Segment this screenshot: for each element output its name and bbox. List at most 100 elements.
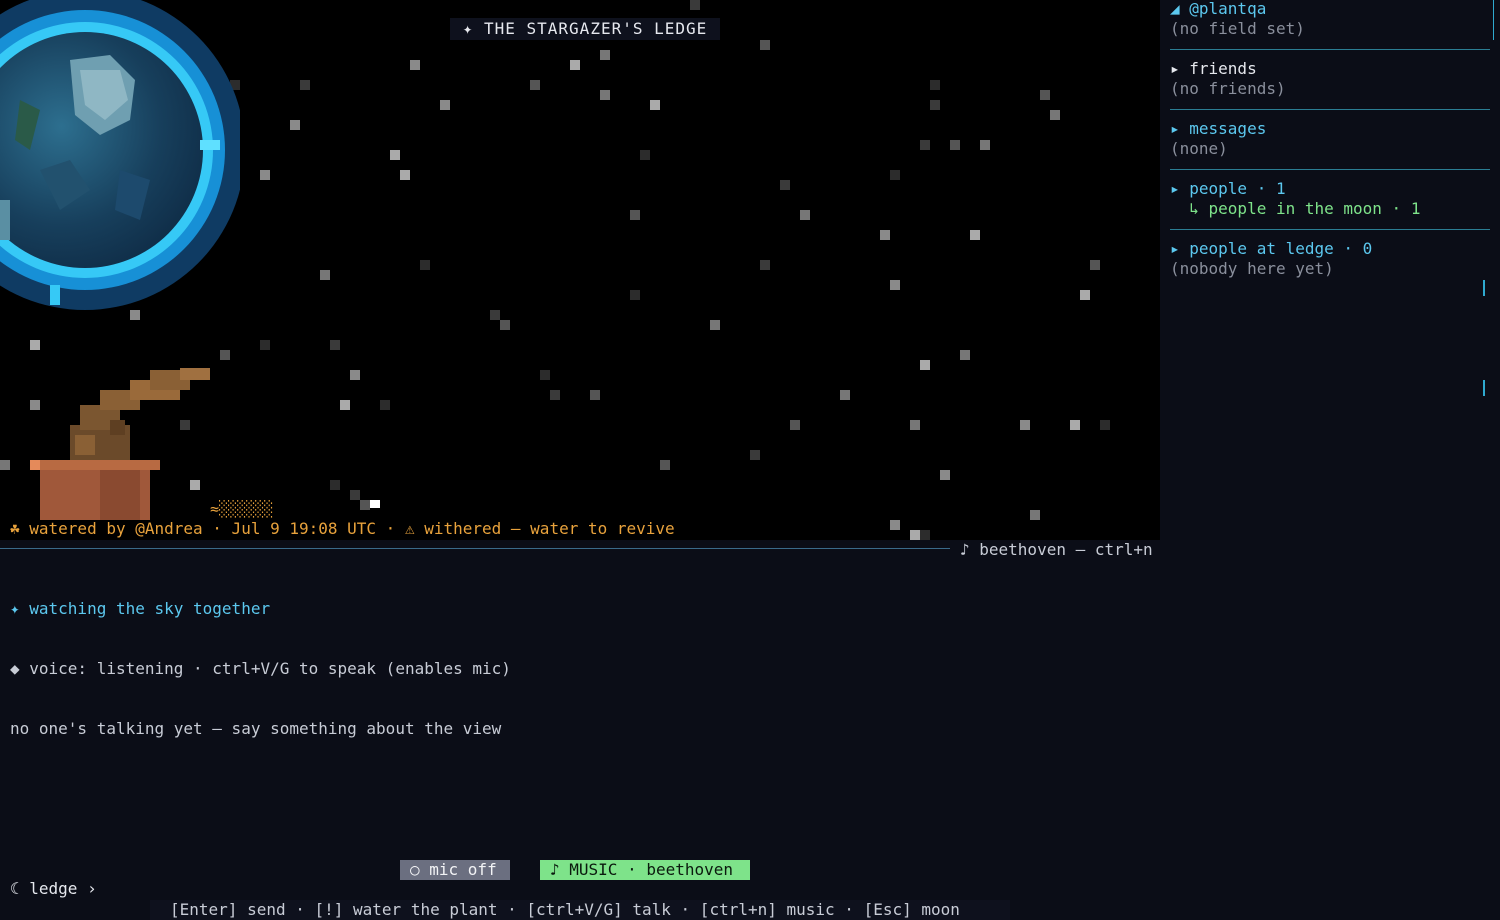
star <box>760 40 770 50</box>
star <box>570 60 580 70</box>
star <box>660 460 670 470</box>
star <box>640 150 650 160</box>
star <box>630 210 640 220</box>
star <box>760 260 770 270</box>
star <box>800 210 810 220</box>
star <box>1090 260 1100 270</box>
sidebar: ◢ @plantqa (no field set) ▸ friends (no … <box>1160 0 1500 920</box>
star <box>690 0 700 10</box>
friends-header[interactable]: ▸ friends <box>1170 59 1490 79</box>
star <box>490 310 500 320</box>
plant-status: ☘ watered by @Andrea · Jul 9 19:08 UTC ·… <box>10 519 675 538</box>
people-moon-item[interactable]: ↳ people in the moon · 1 <box>1170 199 1490 219</box>
star <box>530 80 540 90</box>
feed-line-empty: no one's talking yet — say something abo… <box>10 719 502 738</box>
people-section[interactable]: ▸ people · 1 ↳ people in the moon · 1 <box>1170 179 1490 219</box>
star <box>550 390 560 400</box>
section-divider <box>1170 169 1490 170</box>
star <box>960 350 970 360</box>
star <box>920 530 930 540</box>
star <box>260 170 270 180</box>
star <box>710 320 720 330</box>
star <box>400 170 410 180</box>
ledge-section[interactable]: ▸ people at ledge · 0 (nobody here yet) <box>1170 239 1490 279</box>
star <box>1040 90 1050 100</box>
star <box>370 500 380 508</box>
star <box>1070 420 1080 430</box>
music-hint: ♪ beethoven — ctrl+n <box>960 540 1153 559</box>
star <box>540 370 550 380</box>
chat-input-prompt[interactable]: ☾ ledge › <box>10 879 97 899</box>
star <box>950 140 960 150</box>
star <box>590 390 600 400</box>
star <box>890 170 900 180</box>
keybind-help-bar: [Enter] send · [!] water the plant · [ct… <box>150 900 1010 920</box>
star <box>290 120 300 130</box>
sky-scene: ≈░░░░░░ ✦ THE STARGAZER'S LEDGE ☘ watere… <box>0 0 1160 540</box>
star <box>920 140 930 150</box>
chat-feed: ✦ watching the sky together ◆ voice: lis… <box>10 559 511 759</box>
star <box>410 60 420 70</box>
sidebar-edge <box>1493 0 1494 40</box>
star <box>600 50 610 60</box>
star <box>440 100 450 110</box>
friends-section[interactable]: ▸ friends (no friends) <box>1170 59 1490 99</box>
star <box>890 280 900 290</box>
mic-toggle-button[interactable]: ○ mic off <box>400 860 510 880</box>
star <box>330 340 340 350</box>
divider-line <box>0 548 950 549</box>
divider-row: ♪ beethoven — ctrl+n <box>0 540 1160 560</box>
music-toggle-button[interactable]: ♪ MUSIC · beethoven <box>540 860 750 880</box>
star <box>970 230 980 240</box>
star <box>650 100 660 110</box>
star <box>500 320 510 330</box>
scroll-mark <box>1483 280 1485 296</box>
star <box>880 230 890 240</box>
star <box>360 500 370 510</box>
star <box>350 370 360 380</box>
star <box>930 100 940 110</box>
star <box>790 420 800 430</box>
star <box>1030 510 1040 520</box>
messages-header[interactable]: ▸ messages <box>1170 119 1490 139</box>
scene-title: ✦ THE STARGAZER'S LEDGE <box>450 18 720 40</box>
star <box>380 400 390 410</box>
star <box>840 390 850 400</box>
profile-section[interactable]: ◢ @plantqa (no field set) <box>1170 0 1490 39</box>
star <box>910 530 920 540</box>
star <box>30 340 40 350</box>
star <box>350 490 360 500</box>
feed-line-voice: ◆ voice: listening · ctrl+V/G to speak (… <box>10 659 511 678</box>
star <box>260 340 270 350</box>
star <box>1020 420 1030 430</box>
star <box>630 290 640 300</box>
messages-section[interactable]: ▸ messages (none) <box>1170 119 1490 159</box>
people-header[interactable]: ▸ people · 1 <box>1170 179 1490 199</box>
water-wave: ≈░░░░░░ <box>210 500 274 518</box>
star <box>750 450 760 460</box>
withered-plant <box>30 368 210 520</box>
star <box>1100 420 1110 430</box>
moon-orb <box>0 0 240 310</box>
section-divider <box>1170 49 1490 50</box>
ledge-header[interactable]: ▸ people at ledge · 0 <box>1170 239 1490 259</box>
star <box>340 400 350 410</box>
section-divider <box>1170 229 1490 230</box>
profile-handle[interactable]: ◢ @plantqa <box>1170 0 1490 19</box>
star <box>600 90 610 100</box>
star <box>330 480 340 490</box>
star <box>300 80 310 90</box>
star <box>420 260 430 270</box>
star <box>390 150 400 160</box>
star <box>220 350 230 360</box>
feed-line-sky: ✦ watching the sky together <box>10 599 271 618</box>
section-divider <box>1170 109 1490 110</box>
star <box>910 420 920 430</box>
profile-field: (no field set) <box>1170 19 1305 38</box>
star <box>980 140 990 150</box>
messages-empty: (none) <box>1170 139 1228 158</box>
star <box>1050 110 1060 120</box>
friends-empty: (no friends) <box>1170 79 1286 98</box>
star <box>890 520 900 530</box>
star <box>1080 290 1090 300</box>
